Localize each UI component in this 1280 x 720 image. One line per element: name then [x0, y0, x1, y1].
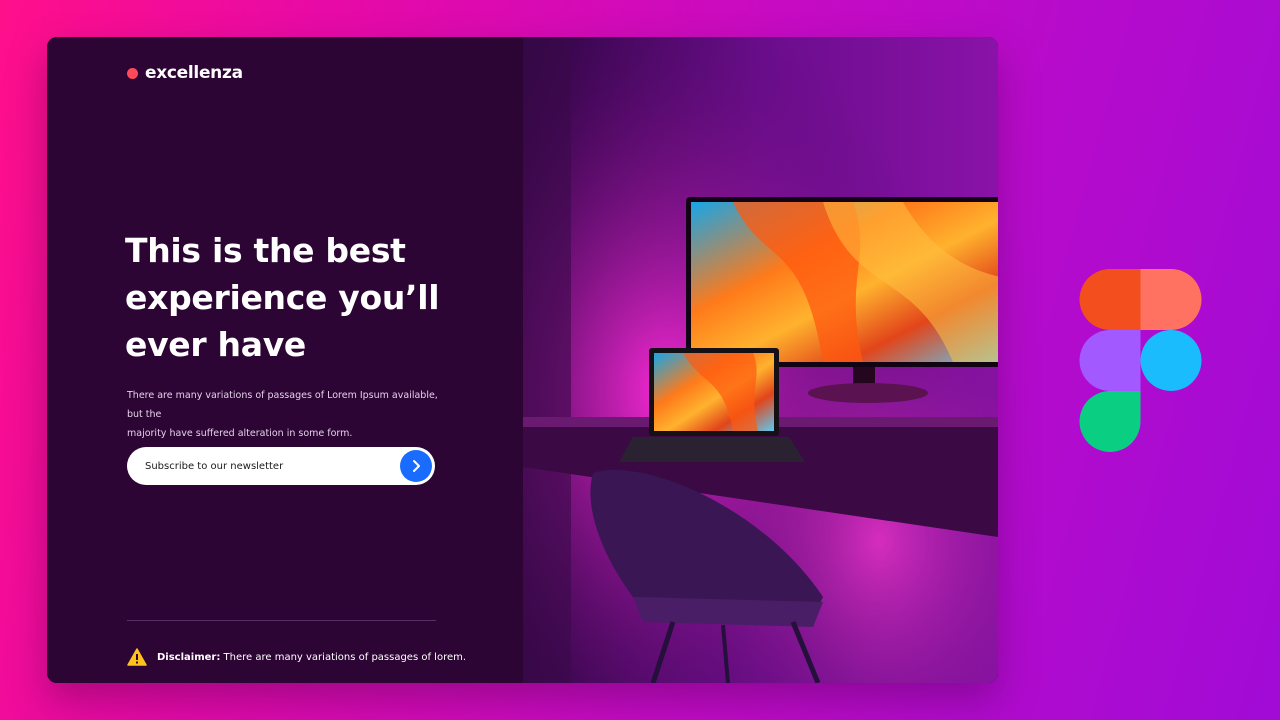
brand-name: excellenza: [145, 63, 243, 83]
disclaimer: Disclaimer: There are many variations of…: [127, 648, 466, 666]
hero-panel: excellenza This is the best experience y…: [47, 37, 523, 683]
logo-dot-icon: [127, 67, 138, 79]
headline-line-1: This is the best: [125, 231, 406, 270]
newsletter-submit-button[interactable]: [400, 450, 432, 482]
subtext-line-1: There are many variations of passages of…: [127, 390, 438, 420]
chevron-right-icon: [413, 460, 420, 472]
subtext-line-2: majority have suffered alteration in som…: [127, 428, 353, 439]
brand-logo[interactable]: excellenza: [127, 63, 243, 83]
hero-image: [523, 37, 998, 683]
warning-icon: [127, 648, 147, 666]
figma-logo-icon: [1079, 269, 1202, 452]
newsletter-form: [127, 447, 435, 485]
headline-line-2: experience you’ll: [125, 278, 440, 317]
disclaimer-text: There are many variations of passages of…: [220, 651, 467, 663]
disclaimer-label: Disclaimer:: [157, 651, 221, 663]
desk-setup-photo: [523, 37, 998, 683]
newsletter-email-input[interactable]: [145, 447, 395, 485]
hero-headline: This is the best experience you’ll ever …: [125, 227, 465, 368]
hero-subtext: There are many variations of passages of…: [127, 386, 447, 443]
footer-divider: [127, 620, 436, 621]
headline-line-3: ever have: [125, 325, 306, 364]
landing-page-card: excellenza This is the best experience y…: [47, 37, 998, 683]
